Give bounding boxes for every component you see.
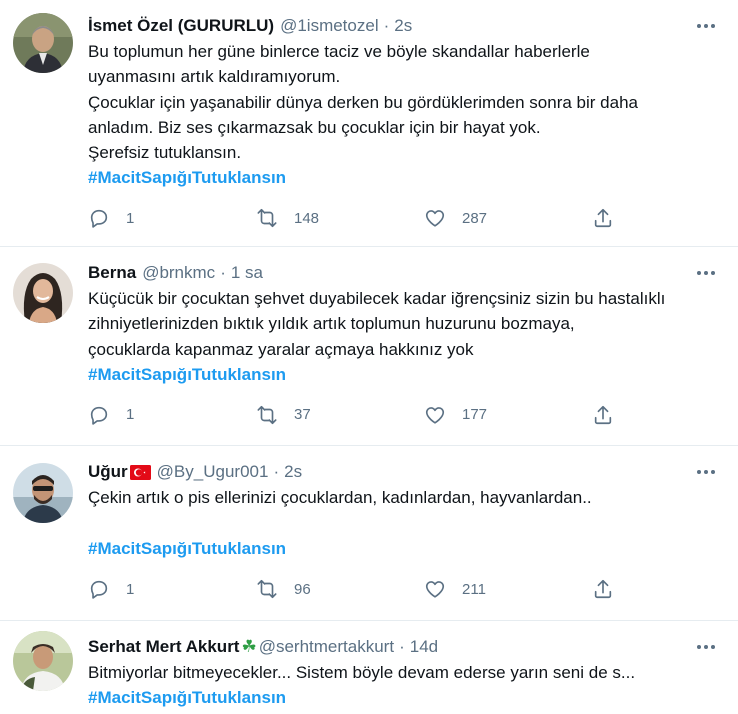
- retweet-icon: [257, 209, 277, 228]
- tweet-header: Serhat Mert Akkurt ☘ @serhtmertakkurt · …: [88, 634, 722, 660]
- like-button[interactable]: 287: [424, 207, 592, 229]
- retweet-count: 148: [294, 209, 320, 227]
- hashtag-link[interactable]: #MacitSapığıTutuklansın: [88, 362, 286, 387]
- separator: ·: [273, 462, 280, 481]
- author-handle[interactable]: @By_Ugur001: [157, 462, 269, 482]
- more-icon[interactable]: [694, 635, 718, 659]
- tweet-actions: 1 96 211: [88, 561, 722, 617]
- author-handle[interactable]: @1ismetozel: [280, 16, 379, 36]
- turkey-flag-icon: [129, 464, 151, 480]
- like-count: 287: [462, 209, 488, 227]
- more-icon[interactable]: [694, 14, 718, 38]
- avatar-image: [13, 463, 73, 523]
- author-name[interactable]: İsmet Özel (GURURLU): [88, 16, 274, 36]
- avatar[interactable]: [13, 263, 73, 323]
- avatar[interactable]: [13, 13, 73, 73]
- share-button[interactable]: [592, 578, 614, 600]
- retweet-button[interactable]: 37: [256, 404, 424, 426]
- avatar-image: [13, 263, 73, 323]
- tweet-time[interactable]: 2s: [394, 16, 412, 36]
- reply-button[interactable]: 1: [88, 578, 256, 600]
- reply-icon: [90, 406, 108, 425]
- tweet-text: Bu toplumun her güne binlerce taciz ve b…: [88, 39, 722, 165]
- more-icon[interactable]: [694, 460, 718, 484]
- tweet-time[interactable]: 1 sa: [231, 263, 263, 283]
- reply-icon: [90, 580, 108, 599]
- share-button[interactable]: [592, 207, 614, 229]
- retweet-button[interactable]: 148: [256, 207, 424, 229]
- clover-icon: ☘: [241, 637, 257, 656]
- like-button[interactable]: 177: [424, 404, 592, 426]
- author-handle[interactable]: @serhtmertakkurt: [259, 637, 394, 657]
- tweet[interactable]: Serhat Mert Akkurt ☘ @serhtmertakkurt · …: [0, 621, 738, 714]
- retweet-button[interactable]: 96: [256, 578, 424, 600]
- reply-count: 1: [126, 209, 135, 227]
- tweet-feed: İsmet Özel (GURURLU) @1ismetozel · 2s Bu…: [0, 0, 738, 714]
- separator: ·: [220, 263, 226, 282]
- avatar-image: [13, 631, 73, 691]
- like-count: 211: [462, 580, 486, 598]
- reply-icon: [90, 210, 108, 229]
- share-icon: [594, 209, 612, 228]
- tweet-body: Küçücük bir çocuktan şehvet duyabilecek …: [88, 289, 666, 359]
- avatar[interactable]: [13, 631, 73, 691]
- reply-count: 1: [126, 580, 135, 598]
- tweet-text: Çekin artık o pis ellerinizi çocuklardan…: [88, 485, 722, 536]
- tweet-actions: 1 148 287: [88, 190, 722, 246]
- share-icon: [594, 579, 612, 599]
- tweet-body: Bitmiyorlar bitmeyecekler... Sistem böyl…: [88, 663, 636, 682]
- like-count: 177: [462, 406, 488, 424]
- tweet-time[interactable]: 2s: [284, 462, 302, 482]
- tweet-header: Berna @brnkmc · 1 sa: [88, 260, 722, 286]
- tweet-header: Uğur @By_Ugur001 · 2s: [88, 459, 722, 485]
- tweet-time[interactable]: 14d: [410, 637, 438, 657]
- avatar[interactable]: [13, 463, 73, 523]
- like-button[interactable]: 211: [424, 578, 592, 600]
- tweet-body: Çekin artık o pis ellerinizi çocuklardan…: [88, 488, 592, 507]
- retweet-icon: [257, 579, 277, 599]
- retweet-icon: [257, 405, 277, 424]
- more-icon[interactable]: [694, 261, 718, 285]
- reply-button[interactable]: 1: [88, 207, 256, 229]
- tweet[interactable]: Berna @brnkmc · 1 sa Küçücük bir çocukta…: [0, 247, 738, 446]
- tweet-text: Küçücük bir çocuktan şehvet duyabilecek …: [88, 286, 722, 362]
- reply-button[interactable]: 1: [88, 404, 256, 426]
- retweet-count: 96: [294, 580, 311, 598]
- author-name[interactable]: Serhat Mert Akkurt: [88, 637, 239, 657]
- tweet-text: Bitmiyorlar bitmeyecekler... Sistem böyl…: [88, 660, 722, 685]
- hashtag-link[interactable]: #MacitSapığıTutuklansın: [88, 685, 286, 710]
- reply-count: 1: [126, 406, 135, 424]
- like-icon: [425, 210, 445, 228]
- separator: ·: [383, 16, 390, 35]
- author-handle[interactable]: @brnkmc: [142, 263, 215, 283]
- like-icon: [425, 581, 445, 598]
- share-icon: [594, 405, 612, 424]
- separator: ·: [399, 637, 405, 656]
- author-name[interactable]: Uğur: [88, 462, 128, 482]
- tweet-body: Bu toplumun her güne binlerce taciz ve b…: [88, 42, 638, 163]
- like-icon: [425, 407, 445, 424]
- retweet-count: 37: [294, 406, 311, 424]
- tweet[interactable]: Uğur @By_Ugur001 · 2s Çekin artık o pis …: [0, 446, 738, 621]
- tweet-actions: 1 37 177: [88, 387, 722, 443]
- avatar-image: [13, 13, 73, 73]
- author-name[interactable]: Berna: [88, 263, 136, 283]
- tweet[interactable]: İsmet Özel (GURURLU) @1ismetozel · 2s Bu…: [0, 0, 738, 247]
- share-button[interactable]: [592, 404, 614, 426]
- hashtag-link[interactable]: #MacitSapığıTutuklansın: [88, 536, 286, 561]
- hashtag-link[interactable]: #MacitSapığıTutuklansın: [88, 165, 286, 190]
- tweet-header: İsmet Özel (GURURLU) @1ismetozel · 2s: [88, 13, 722, 39]
